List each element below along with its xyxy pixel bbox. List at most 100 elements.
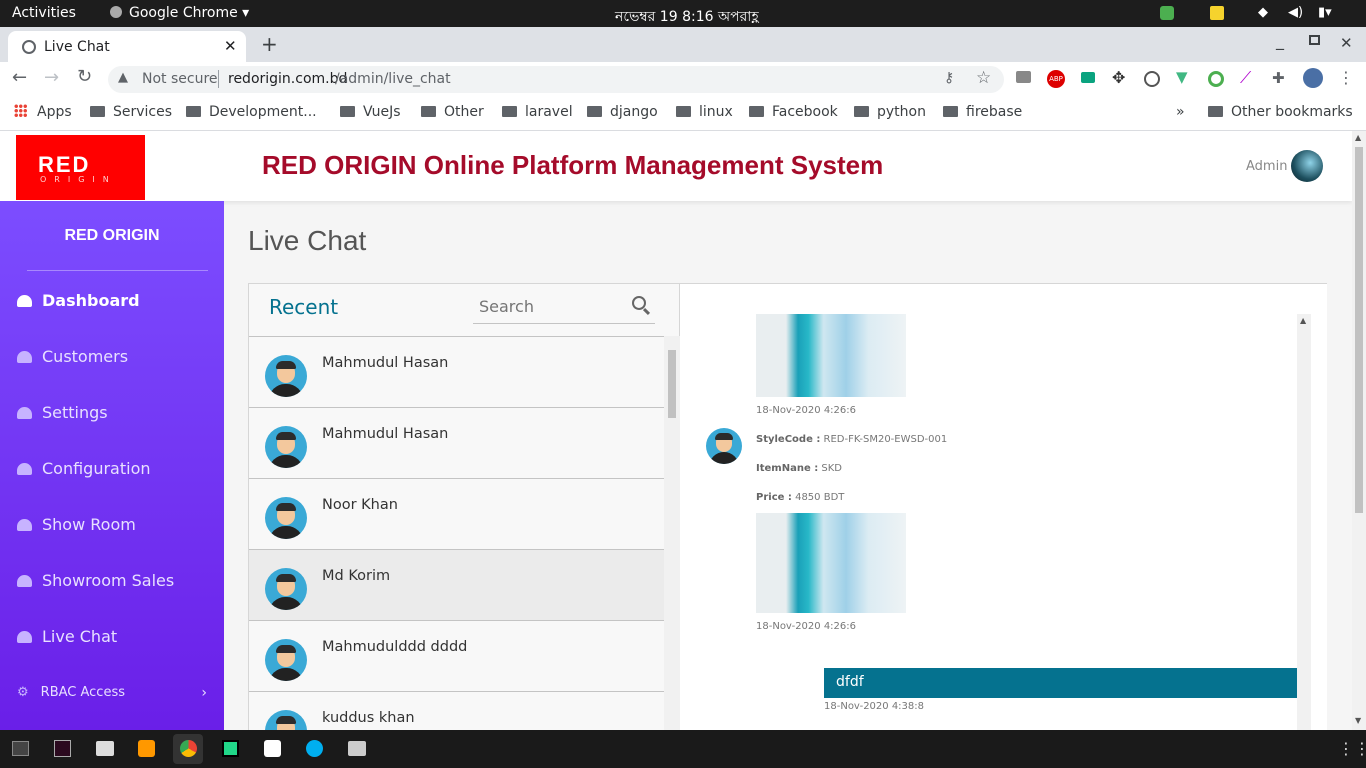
scroll-up-icon[interactable]: ▲ bbox=[1300, 316, 1306, 325]
dock: ⋮⋮ bbox=[0, 730, 1366, 768]
site-title: RED ORIGIN Online Platform Management Sy… bbox=[262, 150, 884, 180]
bookmark-facebook[interactable]: Facebook bbox=[749, 104, 838, 120]
bookmark-django[interactable]: django bbox=[587, 104, 658, 120]
scrollbar-thumb[interactable] bbox=[668, 350, 676, 418]
message-scrollbar[interactable]: ▲ bbox=[1297, 314, 1311, 730]
sidebar-item-showroom-sales[interactable]: Showroom Sales bbox=[17, 571, 174, 590]
folder-icon bbox=[90, 106, 105, 117]
reload-button[interactable]: ↻ bbox=[77, 66, 92, 87]
user-name[interactable]: Admin bbox=[1246, 159, 1287, 174]
bookmarks-bar: Apps Services Development... VueJs Other… bbox=[0, 96, 1366, 131]
text-editor-icon[interactable] bbox=[264, 740, 281, 757]
url-host[interactable]: redorigin.com.bd bbox=[228, 71, 347, 87]
clock[interactable]: নভেম্বর 19 8:16 অপরাহ্ণ bbox=[615, 5, 759, 29]
chat-list: Recent Mahmudul Hasan Mahmudul Hasan Noo… bbox=[249, 284, 680, 730]
list-item[interactable]: Noor Khan bbox=[249, 479, 664, 550]
update-indicator-icon[interactable] bbox=[1160, 6, 1174, 20]
activities-button[interactable]: Activities bbox=[12, 5, 76, 21]
new-tab-button[interactable]: + bbox=[261, 32, 278, 56]
skype-icon[interactable] bbox=[306, 740, 323, 757]
minimize-button[interactable]: _ bbox=[1276, 31, 1284, 50]
folder-icon bbox=[502, 106, 517, 117]
bookmark-development[interactable]: Development... bbox=[186, 104, 317, 120]
logo[interactable]: RED ORIGIN bbox=[16, 135, 145, 200]
chrome-menu-icon[interactable]: ⋮ bbox=[1338, 68, 1354, 87]
app-menu[interactable]: Google Chrome ▾ bbox=[110, 5, 249, 21]
message-time: 18-Nov-2020 4:38:8 bbox=[824, 701, 925, 712]
bookmark-other-bookmarks[interactable]: Other bookmarks bbox=[1208, 104, 1353, 120]
back-button[interactable]: ← bbox=[12, 67, 27, 88]
search-box[interactable] bbox=[473, 290, 655, 324]
maximize-button[interactable] bbox=[1309, 35, 1320, 45]
chevron-right-icon: › bbox=[201, 684, 207, 701]
terminal-app-icon[interactable] bbox=[54, 740, 71, 757]
bookmark-other[interactable]: Other bbox=[421, 104, 484, 120]
notes-indicator-icon[interactable] bbox=[1210, 6, 1224, 20]
wifi-icon[interactable]: ◆ bbox=[1258, 5, 1268, 20]
omnibox[interactable]: ▲ Not secure redorigin.com.bd /admin/liv… bbox=[108, 66, 1004, 93]
feather-extension-icon[interactable]: ⟋ bbox=[1240, 68, 1251, 88]
image-viewer-icon[interactable] bbox=[348, 741, 366, 756]
sidebar-item-settings[interactable]: Settings bbox=[17, 403, 108, 422]
product-image[interactable] bbox=[756, 513, 906, 613]
security-label[interactable]: Not secure bbox=[142, 71, 218, 87]
list-item[interactable]: kuddus khan bbox=[249, 692, 664, 730]
warning-icon[interactable]: ▲ bbox=[118, 70, 128, 85]
bookmark-firebase[interactable]: firebase bbox=[943, 104, 1022, 120]
forward-button[interactable]: → bbox=[44, 67, 59, 88]
list-item[interactable]: Mahmudul Hasan bbox=[249, 337, 664, 408]
tab-live-chat[interactable]: Live Chat ✕ bbox=[8, 31, 246, 62]
profile-avatar[interactable] bbox=[1303, 68, 1323, 88]
folder-icon bbox=[587, 106, 602, 117]
bookmark-vuejs[interactable]: VueJs bbox=[340, 104, 401, 120]
sidebar-item-show-room[interactable]: Show Room bbox=[17, 515, 136, 534]
scrollbar[interactable] bbox=[664, 336, 680, 730]
bookmark-linux[interactable]: linux bbox=[676, 104, 733, 120]
avatar bbox=[265, 426, 307, 468]
camera-extension-icon[interactable] bbox=[1016, 71, 1031, 83]
avatar bbox=[265, 710, 307, 730]
adblock-extension-icon[interactable]: ABP bbox=[1047, 70, 1065, 88]
vue-extension-icon[interactable]: ▼ bbox=[1176, 68, 1188, 86]
files-icon[interactable] bbox=[96, 741, 114, 756]
product-image[interactable] bbox=[756, 314, 906, 397]
show-apps-icon[interactable]: ⋮⋮ bbox=[1338, 739, 1366, 758]
scroll-down-icon[interactable]: ▼ bbox=[1355, 716, 1361, 725]
chrome-icon[interactable] bbox=[180, 740, 197, 757]
page-scrollbar[interactable]: ▲ ▼ bbox=[1352, 131, 1366, 730]
close-tab-icon[interactable]: ✕ bbox=[224, 37, 237, 55]
system-top-bar: Activities Google Chrome ▾ নভেম্বর 19 8:… bbox=[0, 0, 1366, 27]
key-icon[interactable]: ⚷ bbox=[944, 70, 954, 86]
sidebar-item-dashboard[interactable]: Dashboard bbox=[17, 291, 140, 310]
scrollbar-thumb[interactable] bbox=[1355, 147, 1363, 513]
sidebar-item-configuration[interactable]: Configuration bbox=[17, 459, 151, 478]
bookmark-laravel[interactable]: laravel bbox=[502, 104, 573, 120]
extensions-puzzle-icon[interactable]: ✚ bbox=[1272, 69, 1285, 87]
bookmarks-overflow-button[interactable]: » bbox=[1176, 104, 1185, 120]
move-extension-icon[interactable]: ✥ bbox=[1112, 68, 1125, 87]
battery-icon[interactable]: ▮▾ bbox=[1318, 5, 1332, 20]
close-window-button[interactable]: ✕ bbox=[1340, 34, 1353, 52]
sidebar-item-rbac[interactable]: ⚙ RBAC Access › bbox=[17, 684, 207, 701]
bookmark-services[interactable]: Services bbox=[90, 104, 172, 120]
terminal-icon[interactable] bbox=[12, 741, 29, 756]
list-item[interactable]: Md Korim bbox=[249, 550, 664, 621]
separator bbox=[218, 70, 219, 88]
list-item[interactable]: Mahmudulddd dddd bbox=[249, 621, 664, 692]
scroll-up-icon[interactable]: ▲ bbox=[1355, 133, 1361, 142]
url-path[interactable]: /admin/live_chat bbox=[335, 71, 451, 87]
sidebar-item-customers[interactable]: Customers bbox=[17, 347, 128, 366]
bookmark-python[interactable]: python bbox=[854, 104, 926, 120]
pycharm-icon[interactable] bbox=[222, 740, 239, 757]
sidebar-item-live-chat[interactable]: Live Chat bbox=[17, 627, 117, 646]
user-avatar[interactable] bbox=[1291, 150, 1323, 182]
mail-extension-icon[interactable] bbox=[1081, 72, 1095, 83]
search-input[interactable] bbox=[473, 294, 623, 318]
sublime-icon[interactable] bbox=[138, 740, 155, 757]
color-extension-icon[interactable] bbox=[1208, 71, 1224, 87]
devtools-extension-icon[interactable] bbox=[1144, 71, 1160, 87]
bookmark-apps[interactable]: Apps bbox=[14, 104, 72, 120]
list-item[interactable]: Mahmudul Hasan bbox=[249, 408, 664, 479]
bookmark-star-icon[interactable]: ☆ bbox=[976, 68, 991, 88]
volume-icon[interactable]: ◀) bbox=[1288, 5, 1303, 20]
